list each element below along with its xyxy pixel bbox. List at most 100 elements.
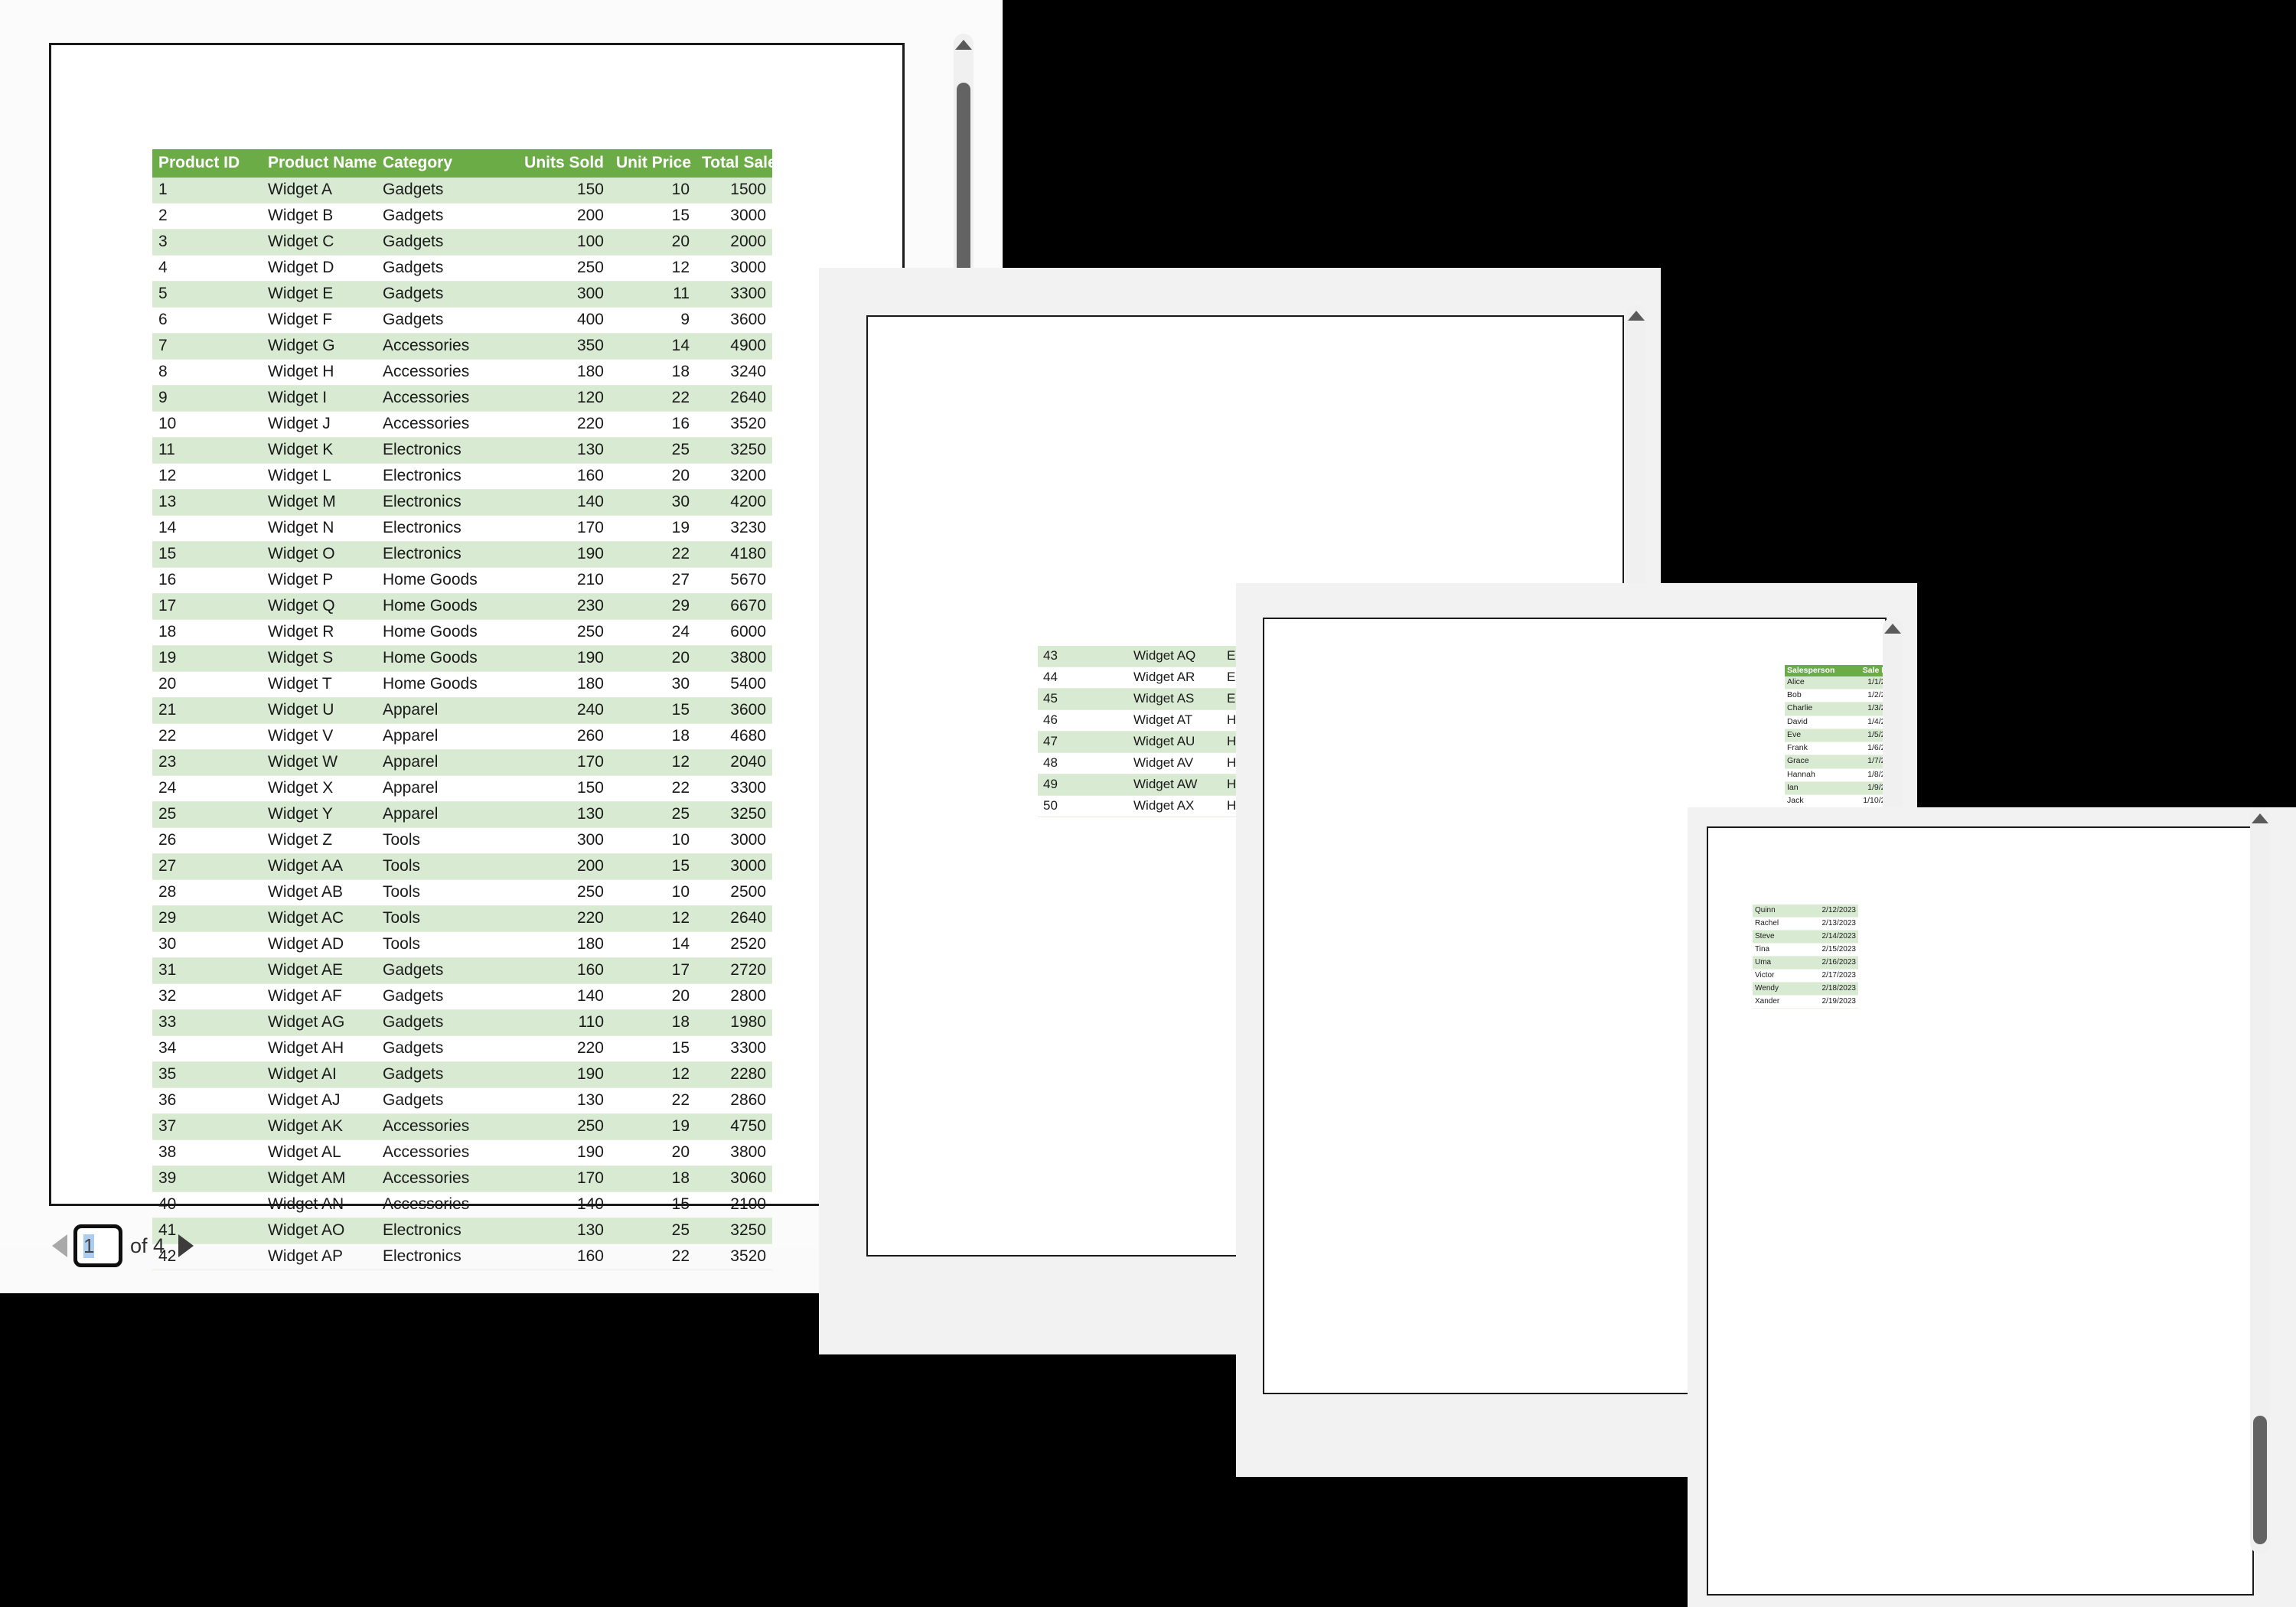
table-cell: Widget F	[262, 307, 377, 334]
table-cell: 12	[152, 463, 262, 490]
table-cell: Apparel	[377, 723, 516, 750]
table-cell: 23	[152, 749, 262, 776]
table-cell: 260	[516, 723, 610, 750]
table-cell: Electronics	[377, 541, 516, 568]
table-cell: Widget AS	[1128, 688, 1221, 710]
table-cell: 29	[152, 905, 262, 932]
scroll-up-arrow-icon[interactable]	[955, 40, 972, 50]
table-row: 8 Widget H Accessories 180 18 3240	[152, 359, 772, 386]
table-cell: Widget AL	[262, 1139, 377, 1166]
table-cell: 1980	[696, 1009, 772, 1036]
scroll-up-arrow-icon[interactable]	[2252, 813, 2268, 823]
table-cell: 2/16/2023	[1805, 956, 1858, 970]
col-units-sold: Units Sold	[516, 149, 610, 178]
page-number-input[interactable]	[73, 1224, 122, 1267]
table-cell: 27	[610, 567, 696, 594]
table-cell: Electronics	[377, 515, 516, 542]
col-product-id: Product ID	[152, 149, 262, 178]
table-cell: Widget AK	[262, 1113, 377, 1140]
table-cell: Widget R	[262, 619, 377, 646]
table-cell: 19	[610, 1113, 696, 1140]
table-cell: Gadgets	[377, 957, 516, 984]
table-cell: Gadgets	[377, 1061, 516, 1088]
window-1-vertical-scrollbar[interactable]	[954, 34, 974, 297]
table-cell: 130	[516, 1087, 610, 1114]
table-cell: 33	[152, 1009, 262, 1036]
table-cell: Widget AH	[262, 1035, 377, 1062]
table-cell: 2000	[696, 229, 772, 256]
table-cell: 22	[610, 385, 696, 412]
table-cell: Widget AQ	[1128, 646, 1221, 667]
table-cell: Gadgets	[377, 229, 516, 256]
table-row: 6 Widget F Gadgets 400 9 3600	[152, 307, 772, 334]
table-cell: 15	[610, 1191, 696, 1218]
table-cell: 3300	[696, 1035, 772, 1062]
table-row: 28 Widget AB Tools 250 10 2500	[152, 879, 772, 906]
table-cell: 5400	[696, 671, 772, 698]
table-cell: 2/18/2023	[1805, 982, 1858, 996]
table-cell: Uma	[1753, 956, 1805, 970]
table-cell: 4	[152, 255, 262, 282]
col-product-name: Product Name	[262, 149, 377, 178]
table-cell: 15	[610, 1035, 696, 1062]
table-cell: 3300	[696, 281, 772, 308]
table-cell: Widget AD	[262, 931, 377, 958]
table-cell: 36	[152, 1087, 262, 1114]
table-row: Wendy 2/18/2023	[1753, 982, 1858, 996]
table-cell: 250	[516, 255, 610, 282]
window-4[interactable]: Quinn 2/12/2023 Rachel 2/13/2023 Steve 2/14/2…	[1688, 807, 2296, 1607]
triangle-right-icon	[178, 1234, 194, 1257]
scroll-up-arrow-icon[interactable]	[1628, 311, 1645, 321]
table-cell: 20	[152, 671, 262, 698]
scrollbar-thumb[interactable]	[957, 83, 970, 291]
table-row: 30 Widget AD Tools 180 14 2520	[152, 931, 772, 958]
table-cell: Home Goods	[377, 671, 516, 698]
table-row: 2 Widget B Gadgets 200 15 3000	[152, 203, 772, 230]
table-cell: 3800	[696, 1139, 772, 1166]
scrollbar-thumb[interactable]	[2253, 1416, 2267, 1544]
table-cell: Widget AF	[262, 983, 377, 1010]
table-cell: 250	[516, 1113, 610, 1140]
table-cell: 200	[516, 853, 610, 880]
table-cell: Widget AR	[1128, 667, 1221, 689]
table-cell: 25	[610, 1217, 696, 1244]
table-cell: 2720	[696, 957, 772, 984]
prev-page-button[interactable]	[46, 1231, 73, 1260]
table-cell: 22	[610, 541, 696, 568]
table-cell: 130	[516, 1217, 610, 1244]
table-cell: Widget J	[262, 411, 377, 438]
table-cell: Widget AV	[1128, 752, 1221, 774]
table-cell: 13	[152, 489, 262, 516]
table-cell: 25	[610, 437, 696, 464]
table-cell: 11	[610, 281, 696, 308]
table-cell: 2040	[696, 749, 772, 776]
table-cell: Apparel	[377, 775, 516, 802]
table-cell: 3250	[696, 1217, 772, 1244]
table-cell: 130	[516, 801, 610, 828]
next-page-button[interactable]	[172, 1231, 200, 1260]
table-cell: Home Goods	[377, 593, 516, 620]
table-cell: Widget M	[262, 489, 377, 516]
table-cell: Accessories	[377, 1165, 516, 1192]
table-cell: 240	[516, 697, 610, 724]
table-cell: 27	[152, 853, 262, 880]
table-cell: Gadgets	[377, 178, 516, 204]
table-cell: Widget AX	[1128, 795, 1221, 817]
window-4-vertical-scrollbar[interactable]	[2250, 807, 2270, 1553]
table-cell: 43	[1038, 646, 1128, 667]
table-cell: 37	[152, 1113, 262, 1140]
table-cell: 50	[1038, 795, 1128, 817]
table-cell: 2/14/2023	[1805, 930, 1858, 944]
table-cell: 15	[610, 697, 696, 724]
table-row: 25 Widget Y Apparel 130 25 3250	[152, 801, 772, 828]
table-cell: Electronics	[377, 463, 516, 490]
table-cell: 160	[516, 957, 610, 984]
table-cell: Widget E	[262, 281, 377, 308]
table-cell: 15	[610, 203, 696, 230]
table-cell: 2/13/2023	[1805, 917, 1858, 931]
table-cell: Gadgets	[377, 1035, 516, 1062]
table-cell: 26	[152, 827, 262, 854]
table-cell: 8	[152, 359, 262, 386]
table-cell: Electronics	[377, 489, 516, 516]
scroll-up-arrow-icon[interactable]	[1884, 624, 1901, 634]
